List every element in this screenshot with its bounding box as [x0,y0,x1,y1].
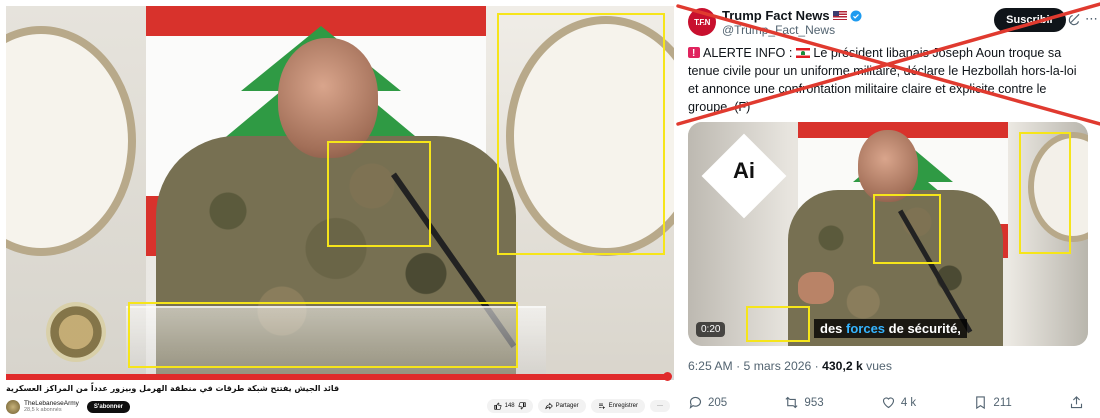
share-icon [544,402,553,410]
media-highlight-box-mic [873,194,941,264]
highlight-box-emblem [497,13,665,255]
repost-button[interactable]: 953 [784,395,824,410]
more-options-button[interactable]: ··· [650,400,670,412]
channel-name[interactable]: TheLebaneseArmy [24,400,79,407]
media-highlight-box-podium [746,306,810,342]
share-button[interactable] [1069,395,1084,410]
tweet-video[interactable]: Ai des forces de sécurité, 0:20 [688,122,1088,346]
follow-button[interactable]: Suscribir [994,8,1066,32]
youtube-video-player[interactable] [6,6,674,380]
subtitle-part-2: de sécurité, [885,321,961,336]
video-progress-bar[interactable] [6,372,674,381]
like-button[interactable]: 148 [486,399,533,413]
ai-watermark-label: Ai [733,158,755,183]
reply-count: 205 [708,396,728,409]
tweet-metadata: 6:25 AM · 5 mars 2026 · 430,2 k vues [688,359,892,373]
like-count: 4 k [900,396,917,409]
save-playlist-icon [598,403,605,409]
highlight-box-podium [128,302,518,368]
video-progress-played [6,374,668,380]
repost-icon [785,396,798,409]
tweet-text: ALERTE INFO : Le président libanais Jose… [688,44,1088,116]
media-commander-head [858,130,918,202]
tweet-header: T.F.N Trump Fact News @Trump_Fact_News S… [688,7,1098,37]
us-flag-icon [832,11,847,20]
subtitle-part-1: des [820,321,847,336]
media-highlight-box-emblem [1019,132,1071,254]
tweet-panel: T.F.N Trump Fact News @Trump_Fact_News S… [676,0,1100,418]
save-button[interactable]: Enregistrer [590,399,645,413]
alert-prefix: ALERTE INFO : [703,46,793,60]
channel-info: TheLebaneseArmy 28,5 k abonnés S'abonner [6,397,131,417]
grok-icon[interactable] [1068,12,1082,26]
video-actions: 148 Partager Enregistrer ··· [486,399,670,413]
media-hand [798,272,834,304]
repost-count: 953 [804,396,824,409]
comparison-screenshot: قائد الجيش يفتتح شبكة طرقات في منطقة اله… [0,0,1100,418]
video-timestamp: 0:20 [696,322,726,337]
views-label: vues [862,359,892,373]
like-button[interactable]: 4 k [881,395,916,410]
video-title: قائد الجيش يفتتح شبكة طرقات في منطقة اله… [6,384,340,393]
share-button[interactable]: Partager [537,399,586,413]
youtube-panel: قائد الجيش يفتتح شبكة طرقات في منطقة اله… [0,0,676,418]
tweet-time[interactable]: 6:25 AM · 5 mars 2026 · [688,359,822,373]
highlight-box-mic [327,141,431,247]
bookmark-icon [976,396,986,410]
video-subtitle: des forces de sécurité, [814,319,967,338]
reply-icon [689,396,702,409]
share-label: Partager [555,403,579,409]
author-name[interactable]: Trump Fact News [722,8,830,23]
like-count: 148 [504,403,515,409]
subscriber-count: 28,5 k abonnés [24,407,62,413]
heart-icon [882,397,894,409]
author-name-row: Trump Fact News [722,8,862,23]
thumbs-down-icon[interactable] [518,402,526,410]
bookmark-count: 211 [993,396,1012,409]
alert-siren-icon [688,45,700,63]
channel-avatar[interactable] [6,400,20,414]
views-count: 430,2 k [822,359,863,373]
more-options-icon[interactable]: ⋯ [1085,11,1098,27]
verified-badge-icon [850,10,862,21]
tweet-action-bar: 205 953 4 k 211 [688,395,1084,410]
share-upload-icon [1070,396,1083,409]
author-handle[interactable]: @Trump_Fact_News [722,23,835,37]
subtitle-highlight: forces [846,321,886,336]
video-scrubber-handle[interactable] [663,372,672,381]
subscribe-button[interactable]: S'abonner [86,401,131,413]
thumbs-up-icon [493,402,501,410]
lebanese-army-logo [46,302,106,362]
bookmark-button[interactable]: 211 [973,395,1012,410]
lebanon-flag-icon [795,48,810,58]
reply-button[interactable]: 205 [688,395,727,410]
save-label: Enregistrer [608,403,638,409]
author-avatar[interactable]: T.F.N [688,8,716,36]
channel-text: TheLebaneseArmy 28,5 k abonnés [24,400,79,414]
army-commander-head [278,38,378,158]
